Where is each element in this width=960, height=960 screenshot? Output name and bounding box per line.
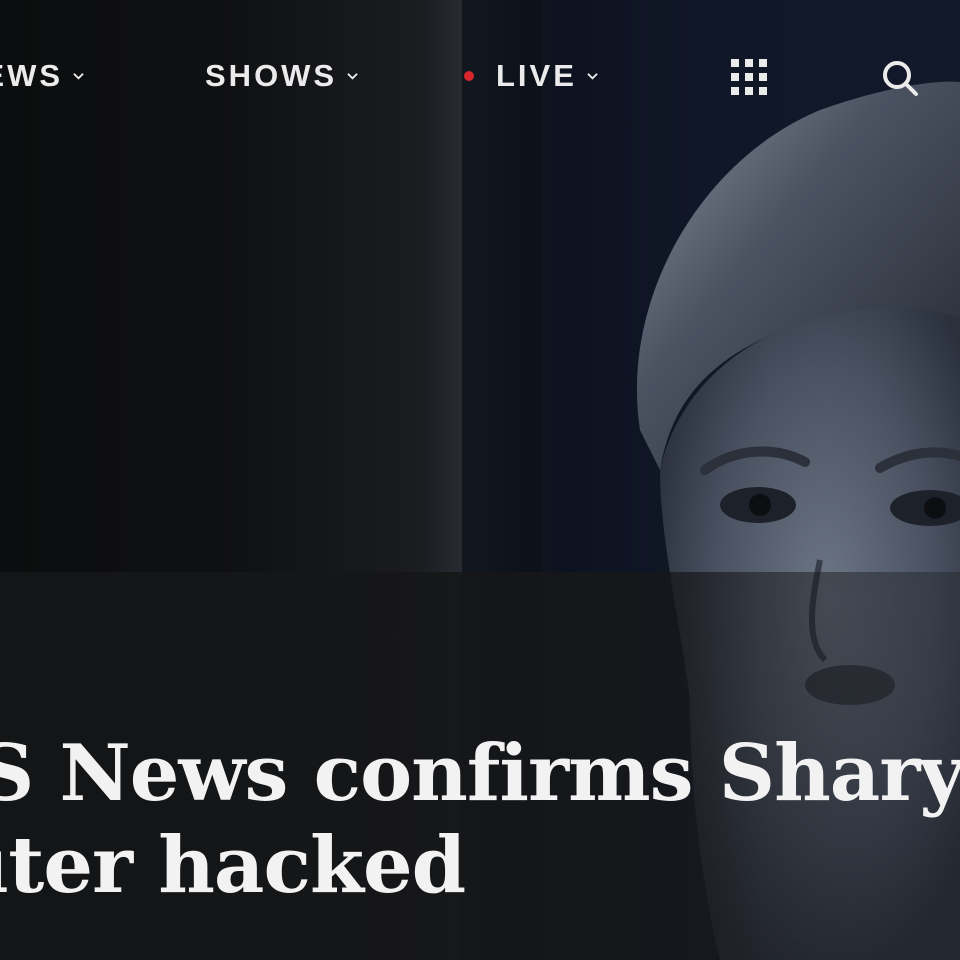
headline-line-2: computer hacked [0, 820, 466, 911]
nav-item-news[interactable]: NEWS [0, 58, 84, 94]
search-icon[interactable] [880, 58, 920, 98]
page: NEWS SHOWS LIVE [0, 0, 960, 960]
nav-item-shows[interactable]: SHOWS [205, 58, 358, 94]
top-navigation: NEWS SHOWS LIVE [0, 40, 960, 116]
apps-grid-icon[interactable] [731, 59, 767, 95]
live-indicator-icon [464, 71, 474, 81]
chevron-down-icon [73, 72, 84, 80]
nav-item-label: NEWS [0, 58, 63, 93]
chevron-down-icon [587, 72, 598, 80]
nav-item-live[interactable]: LIVE [464, 58, 598, 94]
nav-item-label: LIVE [496, 58, 577, 93]
article-headline[interactable]: CBS News confirms Sharyl Attkisson's com… [0, 728, 960, 912]
chevron-down-icon [347, 72, 358, 80]
nav-item-label: SHOWS [205, 58, 338, 93]
headline-line-1: CBS News confirms Sharyl Attkisson's [0, 728, 960, 819]
